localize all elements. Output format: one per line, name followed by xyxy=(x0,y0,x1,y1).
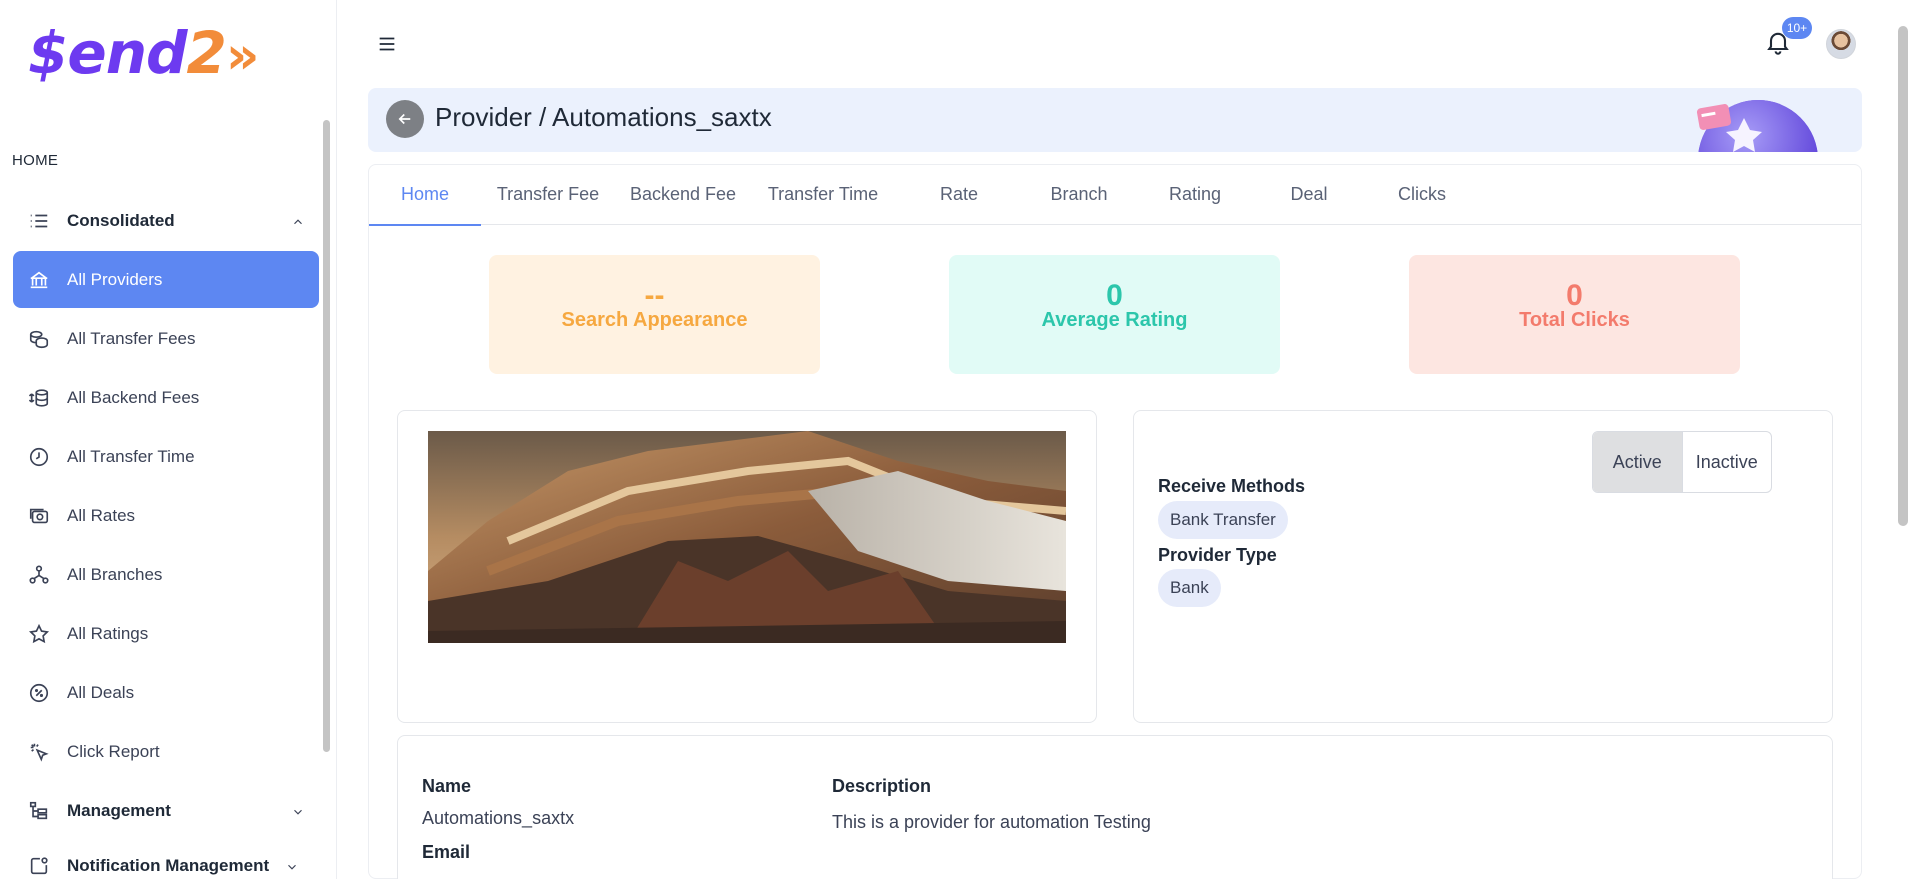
provider-detail-panel: Home Transfer Fee Backend Fee Transfer T… xyxy=(368,164,1862,879)
sidebar-nav: Consolidated All Providers All Transfer … xyxy=(13,192,319,879)
notification-edit-icon xyxy=(27,854,51,878)
click-icon xyxy=(27,740,51,764)
arrow-left-icon xyxy=(398,113,411,125)
stat-card-total-clicks: 0 Total Clicks xyxy=(1409,255,1740,374)
back-button[interactable] xyxy=(386,100,424,138)
sidebar-item-click-report[interactable]: Click Report xyxy=(13,723,319,780)
sidebar-item-label: Management xyxy=(67,800,171,820)
logo-number: 2 xyxy=(186,19,227,87)
sidebar-item-all-ratings[interactable]: All Ratings xyxy=(13,605,319,662)
description-label: Description xyxy=(832,776,932,796)
tab-clicks[interactable]: Clicks xyxy=(1363,165,1481,225)
provider-type-chip: Bank xyxy=(1158,569,1221,607)
sidebar-scrollbar[interactable] xyxy=(323,120,330,752)
email-label: Email xyxy=(422,842,471,862)
brand-logo[interactable]: $end2» xyxy=(28,19,260,87)
chevron-up-icon xyxy=(291,214,305,228)
tab-branch[interactable]: Branch xyxy=(1023,165,1135,225)
nav-section-title: HOME xyxy=(12,152,59,169)
receive-method-chip: Bank Transfer xyxy=(1158,501,1288,539)
sidebar-item-label: Consolidated xyxy=(67,210,175,230)
sidebar-item-label: All Transfer Time xyxy=(67,446,195,466)
sidebar-item-label: All Branches xyxy=(67,564,163,584)
stat-card-average-rating: 0 Average Rating xyxy=(949,255,1280,374)
sidebar-group-consolidated[interactable]: Consolidated xyxy=(13,192,319,249)
hamburger-menu-button[interactable] xyxy=(376,33,400,57)
list-icon xyxy=(27,209,51,233)
app-root: $end2» HOME Consolidated All Providers A… xyxy=(0,0,1910,879)
status-inactive-option[interactable]: Inactive xyxy=(1681,432,1772,492)
sidebar-item-all-backend-fees[interactable]: All Backend Fees xyxy=(13,369,319,426)
page-title: Provider / Automations_saxtx xyxy=(435,102,772,132)
hamburger-icon xyxy=(379,37,395,51)
sidebar-item-label: Click Report xyxy=(67,741,160,761)
stat-value: 0 xyxy=(1566,279,1583,312)
sidebar-item-all-deals[interactable]: All Deals xyxy=(13,664,319,721)
stat-value: -- xyxy=(644,279,665,312)
banner-illustration xyxy=(1696,100,1818,152)
status-active-option[interactable]: Active xyxy=(1593,432,1682,492)
provider-image-card xyxy=(397,410,1097,723)
sidebar-item-label: Notification Management xyxy=(67,856,270,875)
provider-info-card: Active Inactive Receive Methods Bank Tra… xyxy=(1133,410,1833,723)
name-value: Automations_saxtx xyxy=(422,808,575,828)
sidebar-item-label: All Backend Fees xyxy=(67,387,200,407)
notification-count-badge: 10+ xyxy=(1782,17,1812,39)
tab-rating[interactable]: Rating xyxy=(1135,165,1255,225)
tab-home[interactable]: Home xyxy=(369,165,481,226)
tab-rate[interactable]: Rate xyxy=(895,165,1023,225)
stat-label: Average Rating xyxy=(1041,309,1188,331)
sidebar-item-label: All Providers xyxy=(67,269,163,289)
camera-money-icon xyxy=(27,504,51,528)
hierarchy-icon xyxy=(27,799,51,823)
branch-icon xyxy=(27,563,51,587)
tab-transfer-time[interactable]: Transfer Time xyxy=(751,165,895,225)
bank-icon xyxy=(27,268,51,292)
provider-details-card: Name Automations_saxtx Email Description… xyxy=(397,735,1833,879)
tab-backend-fee[interactable]: Backend Fee xyxy=(615,165,751,225)
provider-image xyxy=(428,431,1066,643)
page-scrollbar[interactable] xyxy=(1898,26,1908,526)
chevron-down-icon xyxy=(285,859,299,873)
sidebar-item-label: All Rates xyxy=(67,505,136,525)
sidebar-item-all-providers[interactable]: All Providers xyxy=(13,251,319,308)
tab-transfer-fee[interactable]: Transfer Fee xyxy=(481,165,615,225)
coins-icon xyxy=(27,327,51,351)
sidebar-item-all-transfer-time[interactable]: All Transfer Time xyxy=(13,428,319,485)
sidebar-item-all-rates[interactable]: All Rates xyxy=(13,487,319,544)
star-icon xyxy=(27,622,51,646)
description-value: This is a provider for automation Testin… xyxy=(832,812,1151,832)
logo-text: $end xyxy=(28,19,188,87)
logo-chevron: » xyxy=(225,26,260,86)
sidebar-item-label: All Transfer Fees xyxy=(67,328,196,348)
provider-type-label: Provider Type xyxy=(1158,545,1277,565)
dollar-coins-icon xyxy=(27,386,51,410)
stat-value: 0 xyxy=(1106,279,1123,312)
sidebar-item-label: All Deals xyxy=(67,682,135,702)
receive-methods-label: Receive Methods xyxy=(1158,476,1306,496)
status-toggle: Active Inactive xyxy=(1592,431,1772,493)
name-label: Name xyxy=(422,776,472,796)
sidebar: $end2» HOME Consolidated All Providers A… xyxy=(0,0,337,879)
sidebar-group-notification-management[interactable]: Notification Management xyxy=(13,841,319,879)
tab-bar: Home Transfer Fee Backend Fee Transfer T… xyxy=(369,165,1861,226)
breadcrumb-banner: Provider / Automations_saxtx xyxy=(368,88,1862,152)
stat-label: Total Clicks xyxy=(1519,309,1630,331)
sidebar-group-management[interactable]: Management xyxy=(13,782,319,839)
stat-card-search-appearance: -- Search Appearance xyxy=(489,255,820,374)
user-avatar[interactable] xyxy=(1826,29,1856,59)
chevron-down-icon xyxy=(291,804,305,818)
stat-label: Search Appearance xyxy=(561,309,748,331)
sidebar-item-all-transfer-fees[interactable]: All Transfer Fees xyxy=(13,310,319,367)
sidebar-item-label: All Ratings xyxy=(67,623,149,643)
clock-icon xyxy=(27,445,51,469)
tab-deal[interactable]: Deal xyxy=(1255,165,1363,225)
sidebar-item-all-branches[interactable]: All Branches xyxy=(13,546,319,603)
percent-icon xyxy=(27,681,51,705)
